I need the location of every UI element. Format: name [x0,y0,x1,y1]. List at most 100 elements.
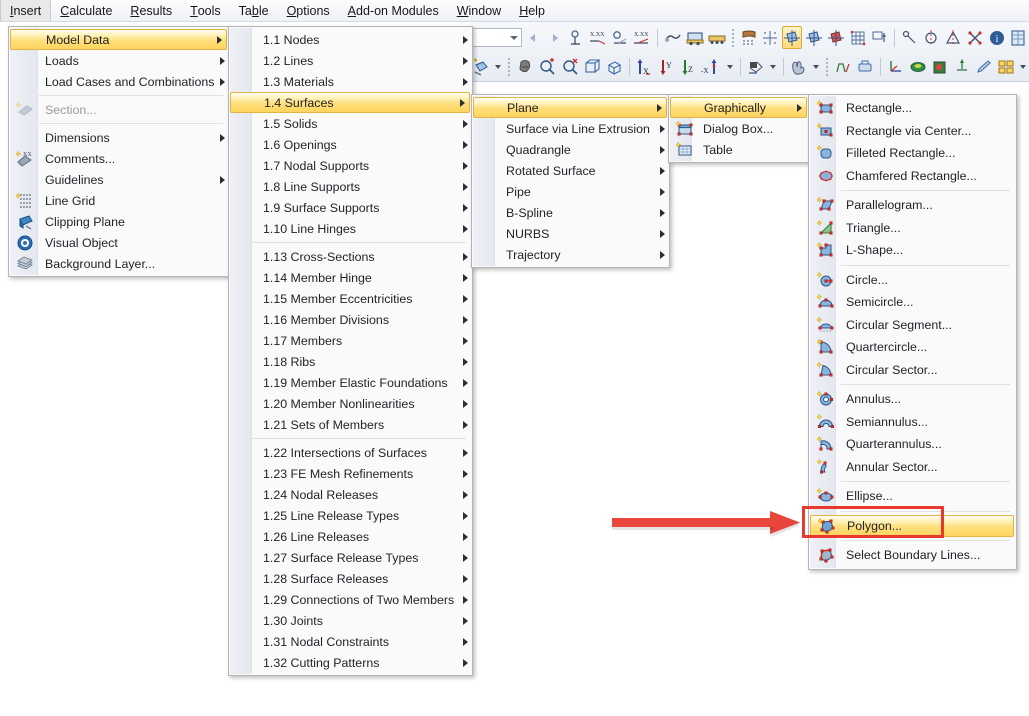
menu-item-pipe[interactable]: Pipe [472,181,669,202]
menu-item-1-14-member-hinge[interactable]: 1.14 Member Hinge [229,267,472,288]
menu-item-1-6-openings[interactable]: 1.6 Openings [229,134,472,155]
menubar-item-calculate[interactable]: Calculate [51,0,121,21]
support-multi-icon[interactable] [707,26,727,49]
view-z-icon[interactable]: Z [679,55,699,78]
view-3d-icon[interactable] [582,55,602,78]
menu-item-load-cases-and-combinations[interactable]: Load Cases and Combinations [9,71,229,92]
menu-item-1-27-surface-release-types[interactable]: 1.27 Surface Release Types [229,547,472,568]
menu-item-1-1-nodes[interactable]: 1.1 Nodes [229,29,472,50]
menu-item-1-24-nodal-releases[interactable]: 1.24 Nodal Releases [229,484,472,505]
axis-icon[interactable] [886,55,906,78]
view-x-icon[interactable]: X [635,55,655,78]
printer-icon[interactable] [855,55,875,78]
render-mode-icon[interactable] [746,55,766,78]
menu-item-1-4-surfaces[interactable]: 1.4 Surfaces [230,92,470,113]
render-surfaces-icon[interactable] [804,26,824,49]
menu-item-rectangle-via-center[interactable]: Rectangle via Center... [809,120,1016,143]
menu-item-parallelogram[interactable]: Parallelogram... [809,194,1016,217]
menu-item-nurbs[interactable]: NURBS [472,223,669,244]
toolbar-grip[interactable] [730,27,735,48]
dimension-icon[interactable] [567,26,587,49]
menu-item-b-spline[interactable]: B-Spline [472,202,669,223]
menu-item-annular-sector[interactable]: Annular Sector... [809,456,1016,479]
mirror-icon[interactable] [943,26,963,49]
menu-item-quarterannulus[interactable]: Quarterannulus... [809,433,1016,456]
menu-item-1-30-joints[interactable]: 1.30 Joints [229,610,472,631]
zoom-in-icon[interactable] [537,55,557,78]
deform-icon[interactable] [952,55,972,78]
menu-item-1-15-member-eccentricities[interactable]: 1.15 Member Eccentricities [229,288,472,309]
mirror-axis-icon[interactable] [922,26,942,49]
menubar-item-help[interactable]: Help [510,0,554,21]
menu-item-visual-object[interactable]: Visual Object [9,232,229,253]
view-iso-icon[interactable] [604,55,624,78]
chevron-down-icon[interactable] [495,64,502,69]
menu-item-1-32-cutting-patterns[interactable]: 1.32 Cutting Patterns [229,652,472,673]
nav-back-icon[interactable] [523,26,543,49]
line-snap-icon[interactable] [900,26,920,49]
menu-item-line-grid[interactable]: Line Grid [9,190,229,211]
menu-item-background-layer[interactable]: Background Layer... [9,253,229,274]
new-object-icon[interactable] [471,55,491,78]
menu-item-semiannulus[interactable]: Semiannulus... [809,411,1016,434]
menu-item-annulus[interactable]: Annulus... [809,388,1016,411]
hand-icon[interactable] [788,55,808,78]
menu-item-trajectory[interactable]: Trajectory [472,244,669,265]
support-icon[interactable] [685,26,705,49]
menu-item-quartercircle[interactable]: Quartercircle... [809,336,1016,359]
menu-item-rotated-surface[interactable]: Rotated Surface [472,160,669,181]
menubar-item-options[interactable]: Options [278,0,339,21]
edit-icon[interactable] [974,55,994,78]
menubar-item-insert[interactable]: Insert [0,0,52,21]
loads-icon[interactable] [869,26,889,49]
render-solids-icon[interactable] [826,26,846,49]
menu-item-1-19-member-elastic-foundations[interactable]: 1.19 Member Elastic Foundations [229,372,472,393]
menubar-item-window[interactable]: Window [448,0,510,21]
menu-item-1-8-line-supports[interactable]: 1.8 Line Supports [229,176,472,197]
menu-item-1-7-nodal-supports[interactable]: 1.7 Nodal Supports [229,155,472,176]
menu-item-quadrangle[interactable]: Quadrangle [472,139,669,160]
menubar-item-tools[interactable]: Tools [181,0,230,21]
menu-item-circular-sector[interactable]: Circular Sector... [809,359,1016,382]
chevron-down-icon[interactable] [769,64,776,69]
menu-item-1-21-sets-of-members[interactable]: 1.21 Sets of Members [229,414,472,435]
chevron-down-icon[interactable] [1020,64,1027,69]
menu-item-l-shape[interactable]: L-Shape... [809,239,1016,262]
object-snap-icon[interactable] [782,26,803,49]
menu-item-1-10-line-hinges[interactable]: 1.10 Line Hinges [229,218,472,239]
table-icon[interactable] [1008,26,1028,49]
menu-item-semicircle[interactable]: Semicircle... [809,291,1016,314]
toolbar-grip[interactable] [824,56,829,77]
menu-item-plane[interactable]: Plane [473,97,667,118]
menu-item-rectangle[interactable]: Rectangle... [809,97,1016,120]
zoom-out-icon[interactable] [560,55,580,78]
toolbar-grip[interactable] [507,56,512,77]
mesh-icon[interactable] [848,26,868,49]
menubar-item-add-on-modules[interactable]: Add-on Modules [339,0,448,21]
intersect-icon[interactable] [965,26,985,49]
bend-icon[interactable] [833,55,853,78]
menu-item-1-25-line-release-types[interactable]: 1.25 Line Release Types [229,505,472,526]
menu-item-1-28-surface-releases[interactable]: 1.28 Surface Releases [229,568,472,589]
dotgrid-icon[interactable] [739,26,759,49]
info-icon[interactable]: i [987,26,1007,49]
menu-item-1-23-fe-mesh-refinements[interactable]: 1.23 FE Mesh Refinements [229,463,472,484]
menu-item-select-boundary-lines[interactable]: Select Boundary Lines... [809,544,1016,567]
menu-item-1-9-surface-supports[interactable]: 1.9 Surface Supports [229,197,472,218]
menu-item-1-31-nodal-constraints[interactable]: 1.31 Nodal Constraints [229,631,472,652]
menu-item-1-18-ribs[interactable]: 1.18 Ribs [229,351,472,372]
menu-item-1-5-solids[interactable]: 1.5 Solids [229,113,472,134]
surface-result-icon[interactable] [908,55,928,78]
menu-item-circle[interactable]: Circle... [809,269,1016,292]
menu-item-table[interactable]: Table [669,139,809,160]
menu-item-polygon[interactable]: Polygon... [810,514,1014,537]
menu-item-loads[interactable]: Loads [9,50,229,71]
window-tile-icon[interactable] [996,55,1016,78]
toolbar-loadcase-combo[interactable] [472,28,523,47]
nav-forward-icon[interactable] [545,26,565,49]
menu-item-ellipse[interactable]: Ellipse... [809,485,1016,508]
chevron-down-icon[interactable] [812,64,819,69]
annotation-icon[interactable] [610,26,630,49]
menu-item-dimensions[interactable]: Dimensions [9,127,229,148]
menu-item-filleted-rectangle[interactable]: Filleted Rectangle... [809,142,1016,165]
